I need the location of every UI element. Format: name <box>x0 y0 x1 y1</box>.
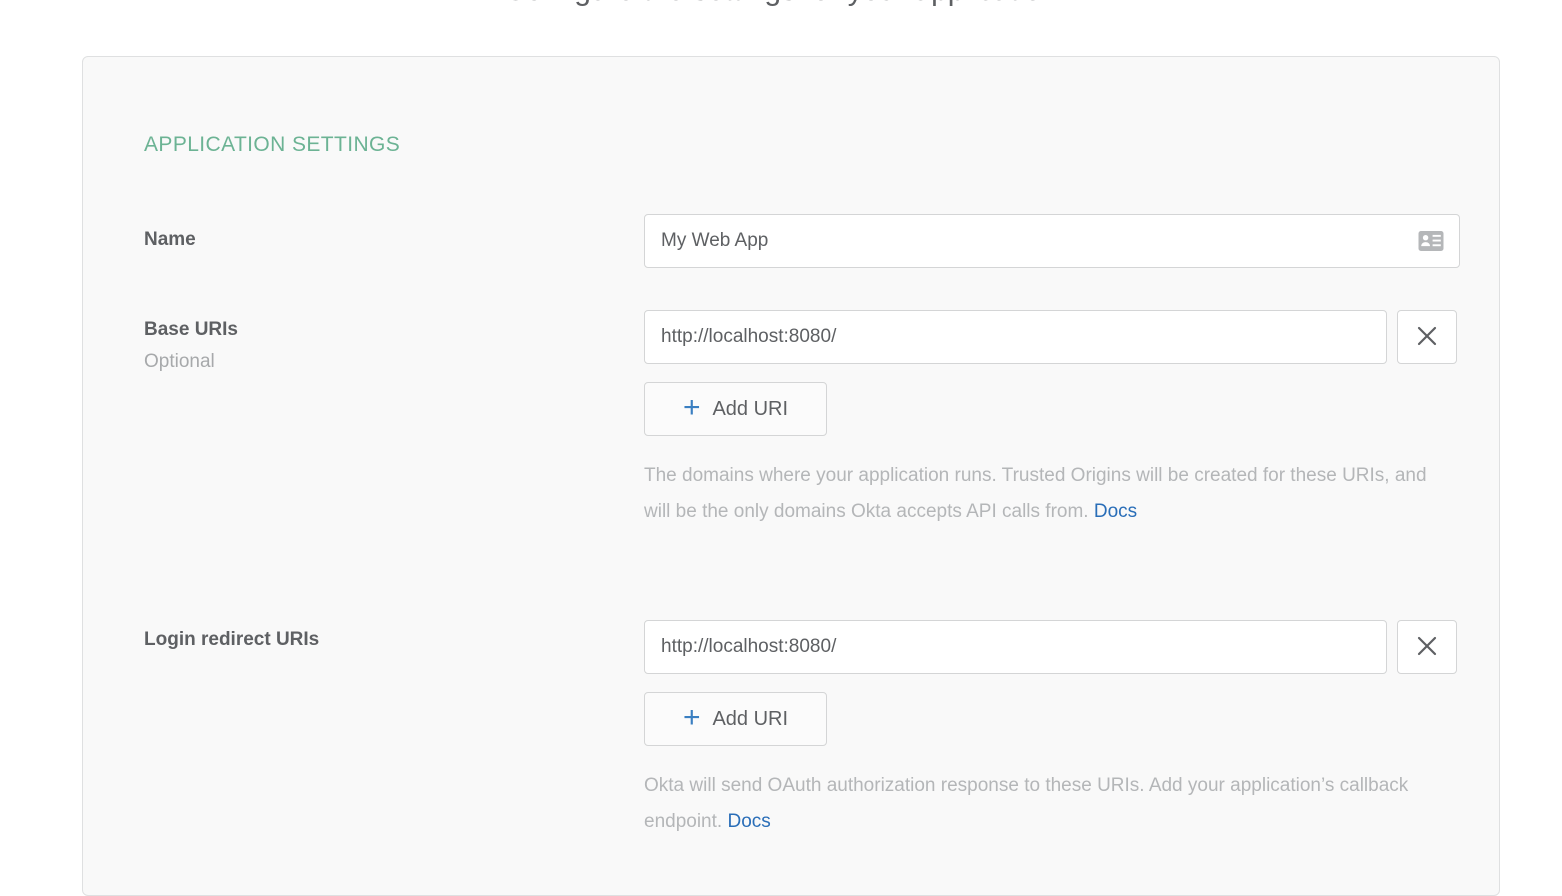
label-name: Name <box>144 229 196 251</box>
add-base-uri-button[interactable]: + Add URI <box>644 382 827 436</box>
add-login-redirect-uri-button[interactable]: + Add URI <box>644 692 827 746</box>
label-base-uris: Base URIs <box>144 319 238 341</box>
login-redirect-uri-row <box>644 620 1457 674</box>
section-title: APPLICATION SETTINGS <box>144 133 400 157</box>
name-input-wrapper <box>644 214 1460 268</box>
label-base-uris-optional: Optional <box>144 351 215 373</box>
plus-icon: + <box>683 703 701 733</box>
page-heading-clipped: Configure the settings for your applicat… <box>0 0 1562 8</box>
remove-base-uri-button[interactable] <box>1397 310 1457 364</box>
login-redirect-uris-help-text: Okta will send OAuth authorization respo… <box>644 768 1444 840</box>
login-redirect-uris-control: + Add URI Okta will send OAuth authoriza… <box>644 620 1457 840</box>
close-icon <box>1416 325 1438 350</box>
base-uris-control: + Add URI The domains where your applica… <box>644 310 1457 530</box>
add-base-uri-label: Add URI <box>712 398 788 421</box>
base-uri-row <box>644 310 1457 364</box>
close-icon <box>1416 635 1438 660</box>
base-uris-help-text: The domains where your application runs.… <box>644 458 1444 530</box>
plus-icon: + <box>683 393 701 423</box>
label-login-redirect-uris: Login redirect URIs <box>144 629 319 651</box>
remove-login-redirect-uri-button[interactable] <box>1397 620 1457 674</box>
base-uris-docs-link[interactable]: Docs <box>1094 501 1137 522</box>
name-control <box>644 214 1460 268</box>
base-uri-input[interactable] <box>644 310 1387 364</box>
name-input[interactable] <box>644 214 1460 268</box>
base-uris-help-body: The domains where your application runs.… <box>644 465 1427 522</box>
login-redirect-uris-docs-link[interactable]: Docs <box>727 811 770 832</box>
add-login-redirect-uri-label: Add URI <box>712 708 788 731</box>
login-redirect-uri-input[interactable] <box>644 620 1387 674</box>
application-settings-panel: APPLICATION SETTINGS Name <box>82 56 1500 896</box>
